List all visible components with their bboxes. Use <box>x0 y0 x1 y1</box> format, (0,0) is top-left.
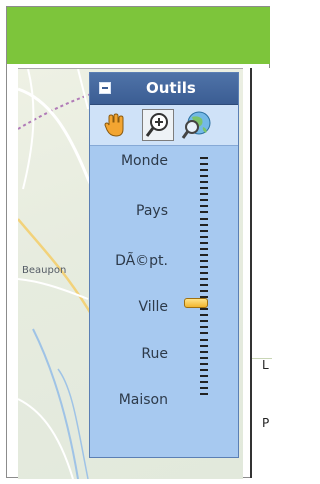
minus-icon <box>102 87 108 89</box>
zoom-level-monde[interactable]: Monde <box>90 153 168 169</box>
zoom-tick <box>200 187 208 190</box>
zoom-slider-handle[interactable] <box>184 298 208 309</box>
zoom-level-dept[interactable]: DÃ©pt. <box>90 253 168 269</box>
zoom-tick <box>200 332 208 335</box>
zoom-tick <box>200 229 208 232</box>
zoom-level-pays[interactable]: Pays <box>90 203 168 219</box>
zoom-scale: Monde Pays DÃ©pt. Ville Rue Maison <box>90 147 238 457</box>
zoom-tick <box>200 308 208 311</box>
side-panel: L P <box>250 68 272 478</box>
zoom-tick <box>200 193 208 196</box>
zoom-tick <box>200 350 208 353</box>
zoom-tick <box>200 235 208 238</box>
zoom-tick <box>200 338 208 341</box>
tools-panel-title: Outils <box>146 79 196 97</box>
zoom-tick <box>200 265 208 268</box>
zoom-tick <box>200 380 208 383</box>
side-panel-text-1: L <box>262 358 269 372</box>
zoom-tick <box>200 356 208 359</box>
zoom-tick <box>200 253 208 256</box>
zoom-tick <box>200 393 208 395</box>
collapse-button[interactable] <box>99 82 111 94</box>
zoom-tick <box>200 386 208 389</box>
zoom-tick <box>200 290 208 293</box>
tool-toolbar <box>90 105 238 146</box>
zoom-tick <box>200 374 208 377</box>
zoom-tick <box>200 326 208 329</box>
zoom-tick <box>200 284 208 287</box>
zoom-tick <box>200 314 208 317</box>
zoom-tick <box>200 175 208 178</box>
zoom-icon[interactable] <box>142 109 174 141</box>
zoom-tick <box>200 223 208 226</box>
tools-panel: Outils Monde Pays DÃ©pt. Ville Rue Maiso… <box>89 72 239 458</box>
zoom-tick <box>200 199 208 202</box>
zoom-tick <box>200 169 208 172</box>
zoom-tick <box>200 344 208 347</box>
zoom-tick <box>200 205 208 208</box>
map-place-label: Beaupon <box>22 265 67 276</box>
zoom-tick <box>200 181 208 184</box>
zoom-tick <box>200 211 208 214</box>
zoom-tick <box>200 241 208 244</box>
zoom-tick <box>200 278 208 281</box>
zoom-tick <box>200 217 208 220</box>
zoom-tick <box>200 362 208 365</box>
locate-globe-icon[interactable] <box>180 109 212 141</box>
zoom-tick <box>200 247 208 250</box>
top-banner <box>7 7 270 64</box>
zoom-tick <box>200 320 208 323</box>
side-panel-text-2: P <box>262 416 270 430</box>
zoom-tick <box>200 368 208 371</box>
zoom-tick <box>200 271 208 274</box>
zoom-tick <box>200 163 208 166</box>
zoom-tick <box>200 259 208 262</box>
pan-hand-icon[interactable] <box>100 109 132 141</box>
tools-panel-header: Outils <box>90 73 238 105</box>
zoom-level-rue[interactable]: Rue <box>90 346 168 362</box>
zoom-level-maison[interactable]: Maison <box>90 392 168 408</box>
zoom-level-ville[interactable]: Ville <box>90 299 168 315</box>
zoom-tick <box>200 157 208 159</box>
